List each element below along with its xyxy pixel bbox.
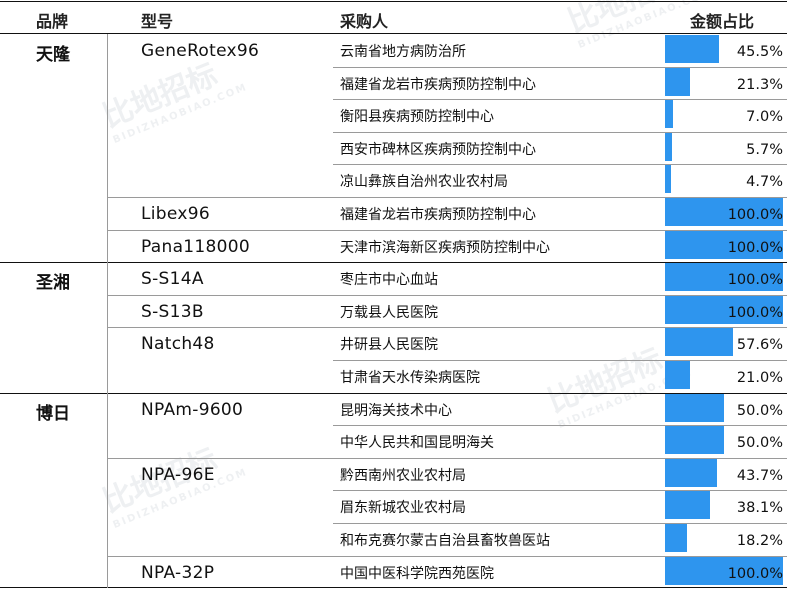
model-group-rule bbox=[107, 229, 787, 231]
row-rule bbox=[333, 425, 787, 427]
header-bottom-rule bbox=[0, 33, 787, 34]
model-group-rule bbox=[107, 197, 787, 198]
header-top-rule bbox=[0, 1, 787, 2]
row-rule bbox=[333, 360, 787, 361]
header-share: 金额占比 bbox=[690, 12, 755, 31]
buyer-label: 云南省地方病防治所 bbox=[340, 44, 466, 60]
buyer-label: 福建省龙岩市疾病预防控制中心 bbox=[340, 207, 536, 223]
header-model: 型号 bbox=[141, 12, 174, 31]
row-rule bbox=[333, 131, 787, 133]
row-rule bbox=[333, 66, 787, 68]
share-value-label: 21.3% bbox=[736, 76, 783, 93]
row-rule bbox=[333, 490, 787, 492]
share-value-label: 100.0% bbox=[727, 565, 783, 582]
share-value-label: 5.7% bbox=[746, 141, 783, 158]
share-value-label: 45.5% bbox=[736, 44, 783, 60]
buyer-label: 万载县人民医院 bbox=[340, 304, 438, 321]
buyer-label: 天津市滨海新区疾病预防控制中心 bbox=[340, 239, 550, 256]
model-label: NPA-96E bbox=[141, 464, 215, 485]
share-bar bbox=[665, 524, 687, 552]
share-value-label: 100.0% bbox=[727, 207, 783, 223]
share-value-label: 4.7% bbox=[746, 174, 783, 191]
model-label: S-S13B bbox=[141, 301, 204, 322]
header-brand: 品牌 bbox=[36, 12, 69, 31]
buyer-label: 枣庄市中心血站 bbox=[340, 272, 438, 289]
share-bar bbox=[665, 100, 674, 129]
brand-label: 天隆 bbox=[36, 45, 70, 65]
model-label: Libex96 bbox=[141, 204, 210, 224]
share-value-label: 100.0% bbox=[727, 239, 783, 256]
brand-group-rule bbox=[0, 392, 787, 394]
model-label: GeneRotex96 bbox=[141, 41, 260, 61]
buyer-label: 中华人民共和国昆明海关 bbox=[340, 435, 494, 452]
buyer-label: 和布克赛尔蒙古自治县畜牧兽医站 bbox=[340, 533, 550, 549]
share-value-label: 38.1% bbox=[736, 500, 783, 517]
model-group-rule bbox=[107, 294, 787, 296]
buyer-label: 甘肃省天水传染病医院 bbox=[340, 370, 480, 386]
buyer-label: 眉东新城农业农村局 bbox=[340, 500, 466, 517]
header-buyer: 采购人 bbox=[340, 12, 389, 31]
buyer-label: 福建省龙岩市疾病预防控制中心 bbox=[340, 76, 536, 93]
share-value-label: 57.6% bbox=[736, 337, 783, 354]
share-value-label: 18.2% bbox=[736, 533, 783, 549]
model-group-rule bbox=[107, 555, 787, 557]
brand-label: 圣湘 bbox=[36, 273, 70, 294]
share-value-label: 50.0% bbox=[736, 435, 783, 452]
brand-label: 博日 bbox=[36, 403, 70, 424]
share-value-label: 100.0% bbox=[727, 304, 783, 321]
model-group-rule bbox=[107, 327, 787, 329]
share-value-label: 50.0% bbox=[736, 402, 783, 419]
buyer-label: 井研县人民医院 bbox=[340, 337, 438, 354]
share-bar bbox=[665, 67, 691, 96]
buyer-label: 中国中医科学院西苑医院 bbox=[340, 565, 494, 582]
brand-group-rule bbox=[0, 262, 787, 264]
share-bar bbox=[665, 165, 671, 194]
model-label: Natch48 bbox=[141, 334, 215, 355]
share-value-label: 100.0% bbox=[727, 272, 783, 289]
share-value-label: 7.0% bbox=[746, 109, 783, 126]
model-label: S-S14A bbox=[141, 269, 204, 290]
share-bar bbox=[665, 132, 672, 161]
model-group-rule bbox=[107, 457, 787, 459]
row-rule bbox=[333, 99, 787, 101]
row-rule bbox=[333, 164, 787, 166]
brand-column-divider bbox=[107, 34, 108, 589]
buyer-label: 黔西南州农业农村局 bbox=[340, 467, 466, 484]
share-value-label: 43.7% bbox=[736, 467, 783, 484]
buyer-label: 衡阳县疾病预防控制中心 bbox=[340, 109, 494, 126]
buyer-label: 昆明海关技术中心 bbox=[340, 402, 452, 419]
model-label: NPA-32P bbox=[141, 562, 215, 583]
buyer-label: 凉山彝族自治州农业农村局 bbox=[340, 174, 508, 191]
share-bar bbox=[665, 361, 690, 389]
table-bottom-rule bbox=[0, 587, 787, 589]
model-label: Pana118000 bbox=[141, 236, 250, 257]
row-rule bbox=[333, 523, 787, 524]
model-label: NPAm-9600 bbox=[141, 399, 244, 420]
share-value-label: 21.0% bbox=[736, 370, 783, 386]
buyer-label: 西安市碑林区疾病预防控制中心 bbox=[340, 141, 536, 158]
